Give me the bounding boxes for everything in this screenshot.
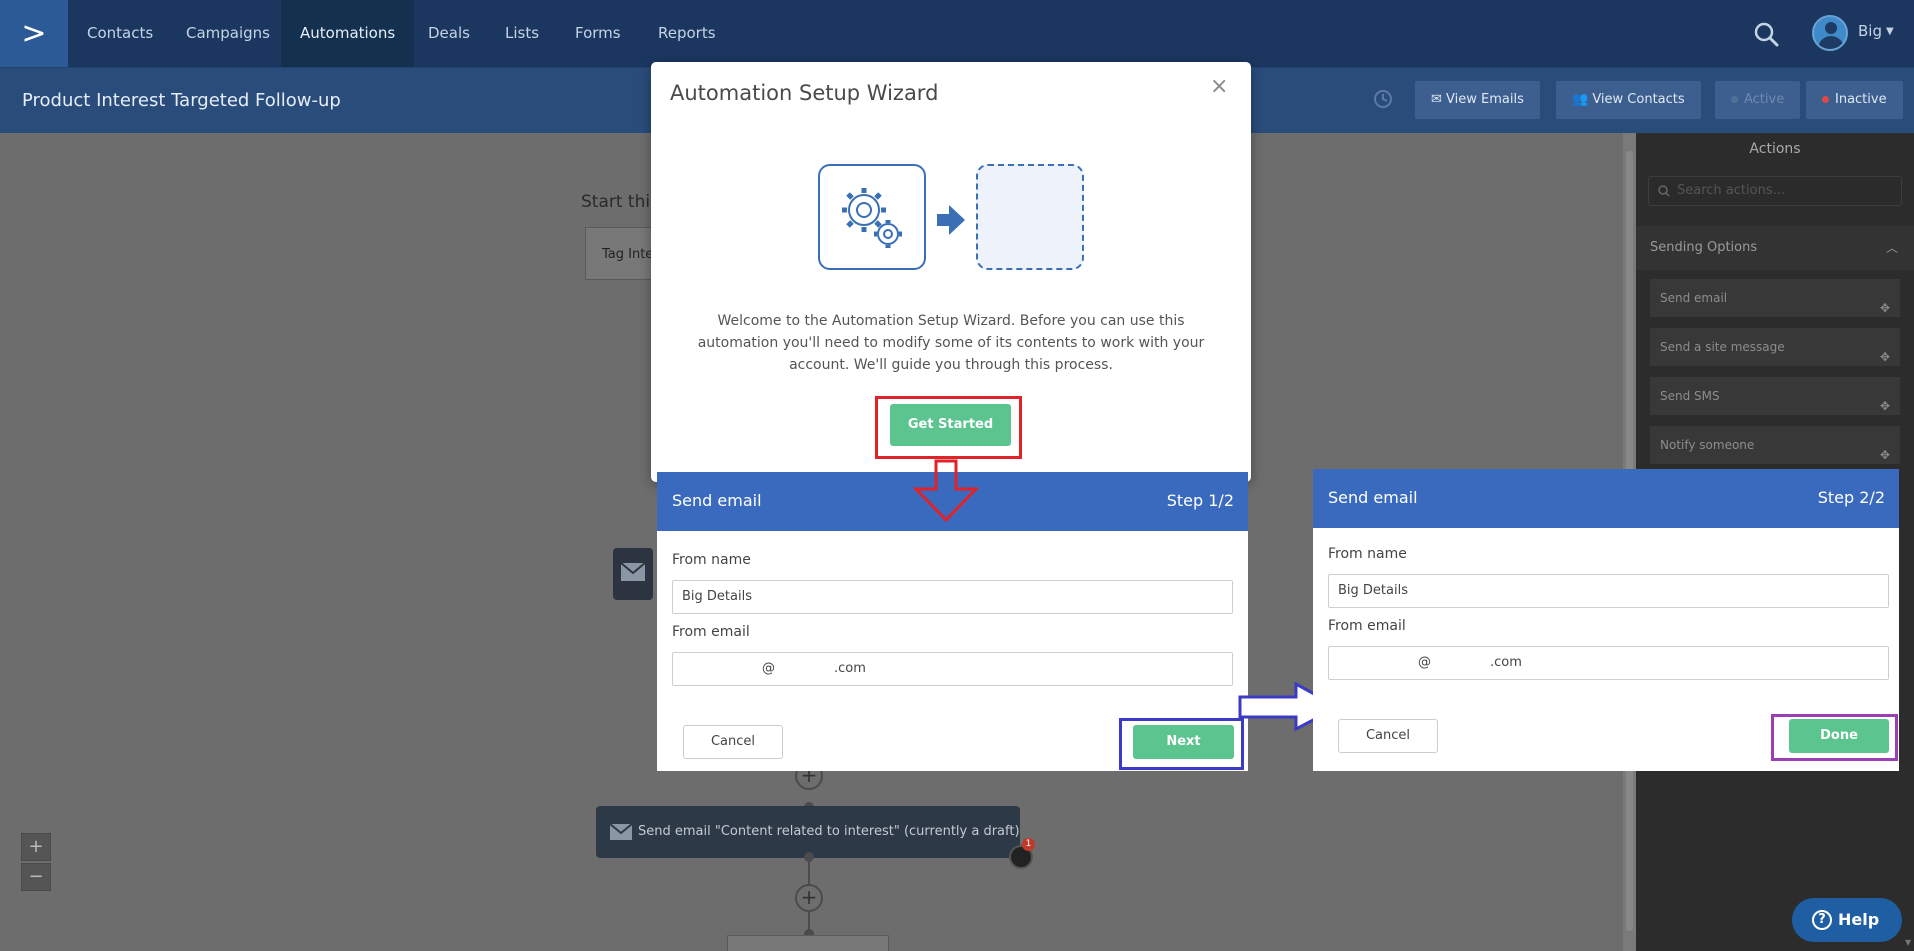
action-send-sms[interactable]: Send SMS ✥ — [1650, 377, 1900, 415]
from-name-label: From name — [672, 552, 751, 568]
nav-contacts[interactable]: Contacts — [68, 0, 172, 67]
nav-campaigns[interactable]: Campaigns — [167, 0, 289, 67]
arrow-down-icon — [912, 459, 980, 523]
from-email-field[interactable]: @ .com — [672, 652, 1233, 686]
zoom-in-button[interactable]: + — [21, 833, 51, 861]
nav-deals[interactable]: Deals — [409, 0, 489, 67]
actions-title: Actions — [1749, 141, 1801, 157]
scroll-down-icon[interactable]: ▼ — [1905, 938, 1911, 947]
action-send-email[interactable]: Send email ✥ — [1650, 279, 1900, 317]
action-send-site-message[interactable]: Send a site message ✥ — [1650, 328, 1900, 366]
chevron-down-icon[interactable]: ▼ — [1886, 26, 1894, 37]
connector-dot — [804, 852, 814, 862]
connector-line — [808, 862, 810, 884]
history-icon[interactable] — [1370, 86, 1396, 112]
step1-title: Send email — [672, 491, 762, 510]
nav-lists[interactable]: Lists — [486, 0, 558, 67]
annotation-box-blue — [1119, 718, 1244, 770]
view-contacts-button[interactable]: 👥 View Contacts — [1556, 81, 1701, 119]
zoom-out-button[interactable]: − — [21, 863, 51, 891]
chevron-up-icon[interactable]: ︿ — [1886, 226, 1898, 270]
move-icon[interactable]: ✥ — [1880, 289, 1890, 327]
from-email-label: From email — [672, 624, 750, 640]
envelope-icon — [621, 563, 645, 581]
envelope-icon — [610, 824, 632, 840]
avatar[interactable] — [1812, 15, 1848, 51]
sending-options-section[interactable]: Sending Options ︿ — [1636, 226, 1914, 270]
step2-title: Send email — [1328, 488, 1418, 507]
question-icon: ? — [1812, 910, 1832, 930]
from-email-field[interactable]: @ .com — [1328, 646, 1889, 680]
search-icon[interactable] — [1752, 20, 1780, 48]
inactive-toggle[interactable]: Inactive — [1806, 81, 1903, 119]
search-icon — [1658, 185, 1670, 197]
send-email-node[interactable]: Send email "Content related to interest"… — [596, 806, 1020, 858]
search-actions-input[interactable]: Search actions... — [1648, 176, 1902, 206]
gears-icon — [818, 164, 926, 270]
active-toggle[interactable]: Active — [1715, 81, 1801, 119]
annotation-box-red — [875, 396, 1022, 459]
step2-header: Send email Step 2/2 — [1313, 469, 1899, 528]
annotation-box-purple — [1771, 714, 1898, 761]
users-icon: 👥 — [1572, 92, 1593, 107]
automation-title[interactable]: Product Interest Targeted Follow-up — [22, 90, 341, 111]
app-logo[interactable]: > — [0, 0, 68, 67]
step1-indicator: Step 1/2 — [1166, 491, 1234, 510]
from-name-field[interactable]: Big Details — [1328, 574, 1889, 608]
from-name-field[interactable]: Big Details — [672, 580, 1233, 614]
email-node[interactable] — [613, 548, 653, 600]
nav-forms[interactable]: Forms — [556, 0, 640, 67]
from-name-label: From name — [1328, 546, 1407, 562]
top-nav: > Contacts Campaigns Automations Deals L… — [0, 0, 1914, 67]
start-trigger-text: Start this — [581, 192, 659, 212]
move-icon[interactable]: ✥ — [1880, 387, 1890, 425]
modal-description: Welcome to the Automation Setup Wizard. … — [697, 313, 1205, 373]
node-label: Send email "Content related to interest"… — [638, 824, 1020, 839]
view-emails-button[interactable]: ✉ View Emails — [1415, 81, 1540, 119]
envelope-icon: ✉ — [1431, 92, 1447, 107]
nav-automations[interactable]: Automations — [281, 0, 415, 67]
add-step-button[interactable]: + — [795, 884, 823, 912]
modal-title: Automation Setup Wizard — [670, 81, 939, 105]
close-icon[interactable]: × — [1210, 74, 1228, 99]
cancel-button[interactable]: Cancel — [1338, 719, 1438, 753]
arrow-right-icon — [937, 205, 965, 235]
next-node[interactable] — [727, 935, 889, 951]
nav-reports[interactable]: Reports — [639, 0, 735, 67]
user-name[interactable]: Big — [1858, 22, 1882, 40]
action-notify-someone[interactable]: Notify someone ✥ — [1650, 426, 1900, 464]
help-button[interactable]: ? Help — [1792, 898, 1902, 942]
step2-indicator: Step 2/2 — [1817, 488, 1885, 507]
placeholder-box — [976, 164, 1084, 270]
move-icon[interactable]: ✥ — [1880, 338, 1890, 376]
cancel-button[interactable]: Cancel — [683, 725, 783, 759]
from-email-label: From email — [1328, 618, 1406, 634]
comment-count-badge: 1 — [1022, 838, 1035, 851]
